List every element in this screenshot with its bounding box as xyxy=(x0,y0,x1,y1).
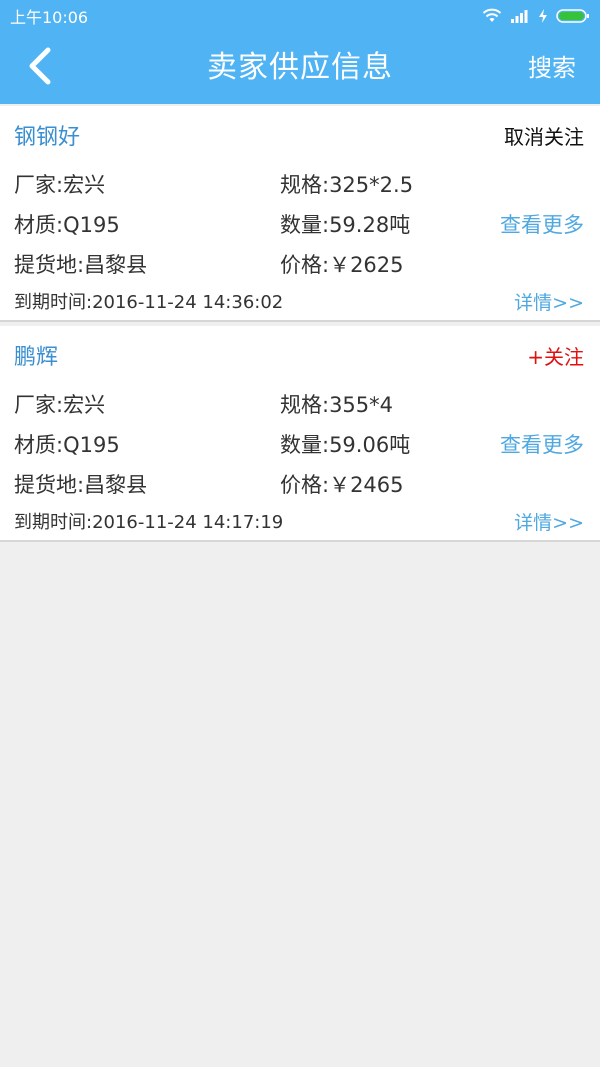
pickup-text: 提货地:昌黎县 xyxy=(14,473,148,497)
quantity-text: 数量:59.06吨 xyxy=(280,433,411,457)
card-row: 材质:Q195 数量:59.06吨 查看更多 xyxy=(14,424,584,464)
pickup-text: 提货地:昌黎县 xyxy=(14,253,148,277)
card-row: 提货地:昌黎县 价格:￥2465 xyxy=(14,464,584,504)
status-bar: 上午10:06 xyxy=(0,0,600,32)
view-more-link[interactable]: 查看更多 xyxy=(500,209,584,239)
expire-time-text: 到期时间:2016-11-24 14:17:19 xyxy=(14,512,284,533)
seller-name[interactable]: 鹏辉 xyxy=(14,339,58,371)
price-text: 价格:￥2625 xyxy=(280,253,404,277)
status-time: 上午10:06 xyxy=(10,8,89,27)
battery-icon xyxy=(556,8,590,24)
card-header: 钢钢好 取消关注 xyxy=(14,106,584,164)
card-footer: 到期时间:2016-11-24 14:17:19 详情>> xyxy=(14,504,584,538)
supply-card[interactable]: 钢钢好 取消关注 厂家:宏兴 规格:325*2.5 材质:Q195 数量:59.… xyxy=(0,106,600,322)
view-more-link[interactable]: 查看更多 xyxy=(500,429,584,459)
search-button[interactable]: 搜索 xyxy=(528,32,576,104)
navigation-bar: 卖家供应信息 搜索 xyxy=(0,32,600,104)
card-row: 厂家:宏兴 规格:325*2.5 xyxy=(14,164,584,204)
detail-link[interactable]: 详情>> xyxy=(514,288,584,315)
card-header: 鹏辉 +关注 xyxy=(14,326,584,384)
factory-text: 厂家:宏兴 xyxy=(14,393,106,417)
material-text: 材质:Q195 xyxy=(14,433,120,457)
spec-text: 规格:325*2.5 xyxy=(280,173,414,197)
card-row: 厂家:宏兴 规格:355*4 xyxy=(14,384,584,424)
signal-icon xyxy=(510,8,530,24)
detail-link[interactable]: 详情>> xyxy=(514,508,584,535)
expire-time-text: 到期时间:2016-11-24 14:36:02 xyxy=(14,292,284,313)
unfollow-button[interactable]: 取消关注 xyxy=(504,121,584,150)
supply-list: 钢钢好 取消关注 厂家:宏兴 规格:325*2.5 材质:Q195 数量:59.… xyxy=(0,104,600,542)
seller-name[interactable]: 钢钢好 xyxy=(14,119,80,151)
follow-button[interactable]: +关注 xyxy=(527,341,584,370)
card-footer: 到期时间:2016-11-24 14:36:02 详情>> xyxy=(14,284,584,318)
status-icons xyxy=(482,8,590,24)
supply-card[interactable]: 鹏辉 +关注 厂家:宏兴 规格:355*4 材质:Q195 数量:59.06吨 … xyxy=(0,326,600,542)
spec-text: 规格:355*4 xyxy=(280,393,394,417)
wifi-icon xyxy=(482,8,502,24)
factory-text: 厂家:宏兴 xyxy=(14,173,106,197)
quantity-text: 数量:59.28吨 xyxy=(280,213,411,237)
page-title: 卖家供应信息 xyxy=(207,50,393,85)
price-text: 价格:￥2465 xyxy=(280,473,404,497)
card-row: 提货地:昌黎县 价格:￥2625 xyxy=(14,244,584,284)
charging-icon xyxy=(538,8,548,24)
material-text: 材质:Q195 xyxy=(14,213,120,237)
card-row: 材质:Q195 数量:59.28吨 查看更多 xyxy=(14,204,584,244)
